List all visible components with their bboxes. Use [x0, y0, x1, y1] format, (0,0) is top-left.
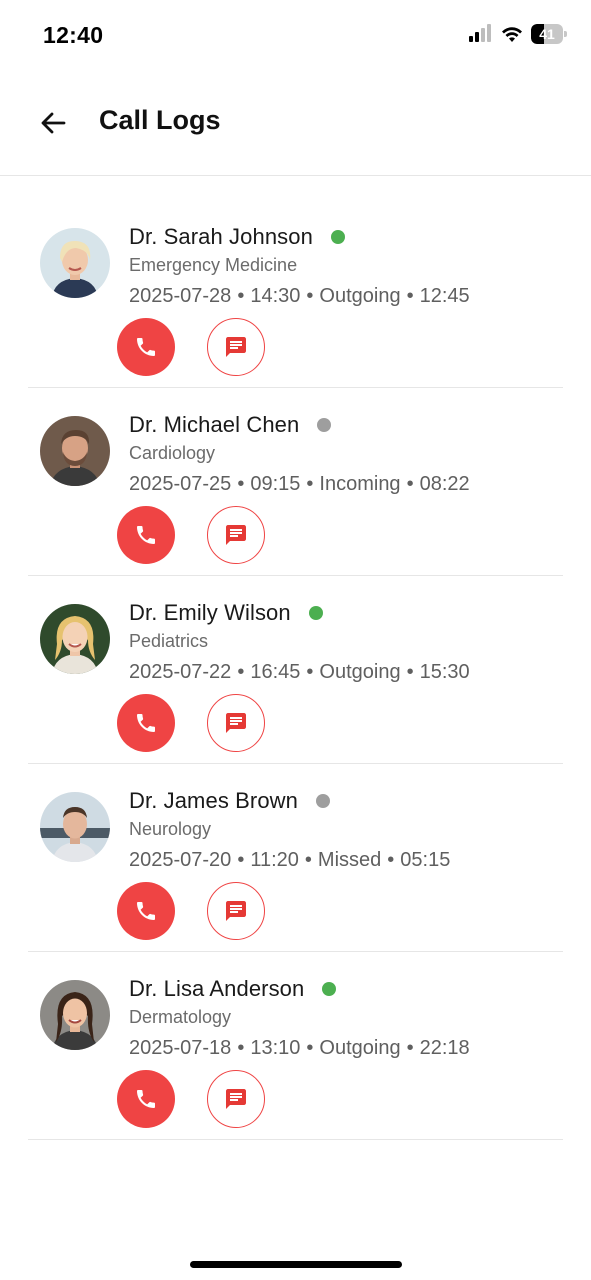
- call-time: 09:15: [250, 473, 301, 495]
- call-info: Dr. Lisa Anderson Dermatology 2025-07-18…: [129, 974, 470, 1060]
- call-log-item[interactable]: Dr. Michael Chen Cardiology 2025-07-25 • 0…: [28, 388, 563, 576]
- call-date: 2025-07-18: [129, 1037, 232, 1059]
- call-duration: 22:18: [419, 1037, 470, 1059]
- message-button[interactable]: [207, 694, 265, 752]
- call-date: 2025-07-22: [129, 661, 232, 683]
- page-title: Call Logs: [99, 105, 221, 135]
- status-indicator: [308, 606, 323, 620]
- specialty: Pediatrics: [129, 631, 209, 651]
- message-button[interactable]: [207, 882, 265, 940]
- avatar: [40, 228, 110, 298]
- call-actions: [117, 1070, 265, 1128]
- name-row: Dr. Sarah Johnson: [129, 222, 470, 252]
- name-row: Dr. Emily Wilson: [129, 598, 470, 628]
- doctor-name: Dr. Emily Wilson: [129, 600, 291, 625]
- doctor-name: Dr. Lisa Anderson: [129, 976, 305, 1001]
- call-direction: Outgoing: [319, 1037, 401, 1059]
- call-button[interactable]: [117, 882, 175, 940]
- avatar: [40, 792, 110, 862]
- screen: 12:40 41 Call Logs Dr. Sarah Johnson Eme…: [0, 0, 591, 1280]
- call-button[interactable]: [117, 694, 175, 752]
- call-info: Dr. Sarah Johnson Emergency Medicine 202…: [129, 222, 470, 308]
- wifi-icon: [501, 26, 523, 43]
- call-info: Dr. Emily Wilson Pediatrics 2025-07-22 • 1…: [129, 598, 470, 684]
- call-time: 16:45: [250, 661, 301, 683]
- call-time: 11:20: [250, 849, 299, 871]
- status-indicator: [322, 982, 337, 996]
- call-meta: 2025-07-20 • 11:20 • Missed • 05:15: [129, 849, 451, 871]
- home-indicator: [190, 1261, 402, 1268]
- message-button[interactable]: [207, 1070, 265, 1128]
- avatar: [40, 980, 110, 1050]
- doctor-name: Dr. James Brown: [129, 788, 298, 813]
- doctor-name: Dr. Sarah Johnson: [129, 224, 313, 249]
- call-date: 2025-07-25: [129, 473, 232, 495]
- call-button[interactable]: [117, 318, 175, 376]
- call-meta: 2025-07-25 • 09:15 • Incoming • 08:22: [129, 473, 470, 495]
- call-direction: Missed: [317, 849, 382, 871]
- call-duration: 05:15: [400, 849, 451, 871]
- phone-icon: [137, 338, 155, 356]
- specialty: Emergency Medicine: [129, 255, 298, 275]
- call-actions: [117, 318, 265, 376]
- call-log-item[interactable]: Dr. Emily Wilson Pediatrics 2025-07-22 • 1…: [28, 576, 563, 764]
- phone-icon: [137, 526, 155, 544]
- call-log-item[interactable]: Dr. James Brown Neurology 2025-07-20 • 11:…: [28, 764, 563, 952]
- message-button[interactable]: [207, 506, 265, 564]
- avatar: [40, 604, 110, 674]
- message-icon: [226, 525, 246, 545]
- call-duration: 15:30: [419, 661, 470, 683]
- battery-level: 41: [539, 26, 555, 42]
- call-direction: Incoming: [319, 473, 401, 495]
- phone-icon: [137, 714, 155, 732]
- status-indicator: [317, 418, 332, 432]
- call-direction: Outgoing: [319, 285, 401, 307]
- call-actions: [117, 882, 265, 940]
- call-actions: [117, 694, 265, 752]
- call-meta: 2025-07-22 • 16:45 • Outgoing • 15:30: [129, 661, 470, 683]
- call-date: 2025-07-20: [129, 849, 232, 871]
- call-date: 2025-07-28: [129, 285, 232, 307]
- status-bar: 12:40 41: [0, 0, 591, 70]
- phone-icon: [137, 902, 155, 920]
- call-info: Dr. James Brown Neurology 2025-07-20 • 11:…: [129, 786, 450, 872]
- message-icon: [226, 901, 246, 921]
- name-row: Dr. Lisa Anderson: [129, 974, 470, 1004]
- specialty: Cardiology: [129, 443, 216, 463]
- call-duration: 08:22: [419, 473, 470, 495]
- specialty: Dermatology: [129, 1007, 232, 1027]
- call-time: 13:10: [250, 1037, 301, 1059]
- app-header: Call Logs: [0, 70, 591, 176]
- call-time: 14:30: [250, 285, 301, 307]
- message-icon: [226, 713, 246, 733]
- call-meta: 2025-07-18 • 13:10 • Outgoing • 22:18: [129, 1037, 470, 1059]
- message-icon: [226, 337, 246, 357]
- call-info: Dr. Michael Chen Cardiology 2025-07-25 • 0…: [129, 410, 470, 496]
- signal-icon: [469, 24, 493, 44]
- message-icon: [226, 1089, 246, 1109]
- call-direction: Outgoing: [319, 661, 401, 683]
- arrow-left-icon: [41, 112, 66, 134]
- status-icons: 41: [469, 24, 567, 44]
- name-row: Dr. James Brown: [129, 786, 450, 816]
- call-log-item[interactable]: Dr. Lisa Anderson Dermatology 2025-07-18…: [28, 952, 563, 1140]
- call-button[interactable]: [117, 506, 175, 564]
- specialty: Neurology: [129, 819, 212, 839]
- back-button[interactable]: [34, 104, 72, 142]
- status-indicator: [330, 230, 345, 244]
- call-button[interactable]: [117, 1070, 175, 1128]
- call-log-item[interactable]: Dr. Sarah Johnson Emergency Medicine 202…: [28, 200, 563, 388]
- name-row: Dr. Michael Chen: [129, 410, 470, 440]
- doctor-name: Dr. Michael Chen: [129, 412, 300, 437]
- status-time: 12:40: [43, 22, 104, 48]
- message-button[interactable]: [207, 318, 265, 376]
- call-log-list: Dr. Sarah Johnson Emergency Medicine 202…: [28, 200, 563, 1140]
- call-meta: 2025-07-28 • 14:30 • Outgoing • 12:45: [129, 285, 470, 307]
- status-indicator: [316, 794, 330, 808]
- call-duration: 12:45: [419, 285, 470, 307]
- battery-icon: 41: [531, 24, 567, 44]
- avatar: [40, 416, 110, 486]
- call-actions: [117, 506, 265, 564]
- phone-icon: [137, 1090, 155, 1108]
